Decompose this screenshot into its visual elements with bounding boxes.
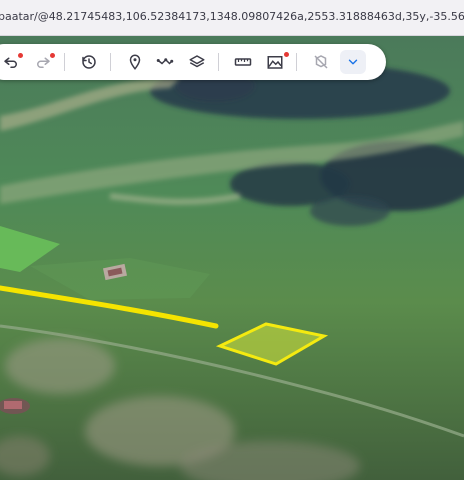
- more-button[interactable]: [340, 50, 366, 74]
- toolbar-divider: [296, 53, 297, 71]
- chevron-down-icon: [348, 59, 358, 65]
- toolbar-divider: [64, 53, 65, 71]
- mountain-icon: [267, 56, 283, 69]
- address-bar[interactable]: baatar/@48.21745483,106.52384173,1348.09…: [0, 0, 464, 36]
- elevation-profile-button[interactable]: [260, 44, 290, 80]
- three-d-off-icon: [314, 55, 328, 69]
- layers-icon: [189, 55, 205, 68]
- history-button[interactable]: [74, 44, 104, 80]
- add-path-button[interactable]: [150, 44, 180, 80]
- placemark-icon: [129, 54, 141, 70]
- ruler-icon: [234, 58, 252, 66]
- map-toolbar: [0, 44, 386, 80]
- toolbar-divider: [110, 53, 111, 71]
- history-icon: [82, 55, 96, 69]
- screen: baatar/@48.21745483,106.52384173,1348.09…: [0, 0, 464, 480]
- path-icon: [156, 58, 174, 65]
- url-text[interactable]: baatar/@48.21745483,106.52384173,1348.09…: [0, 10, 464, 23]
- add-placemark-button[interactable]: [120, 44, 150, 80]
- undo-button[interactable]: [0, 44, 26, 80]
- toggle-3d-button[interactable]: [306, 44, 336, 80]
- undo-badge: [18, 53, 23, 58]
- redo-button[interactable]: [28, 44, 58, 80]
- layers-button[interactable]: [182, 44, 212, 80]
- satellite-map[interactable]: [0, 36, 464, 480]
- toolbar-divider: [218, 53, 219, 71]
- elevation-badge: [284, 52, 289, 57]
- measure-button[interactable]: [228, 44, 258, 80]
- redo-badge: [50, 53, 55, 58]
